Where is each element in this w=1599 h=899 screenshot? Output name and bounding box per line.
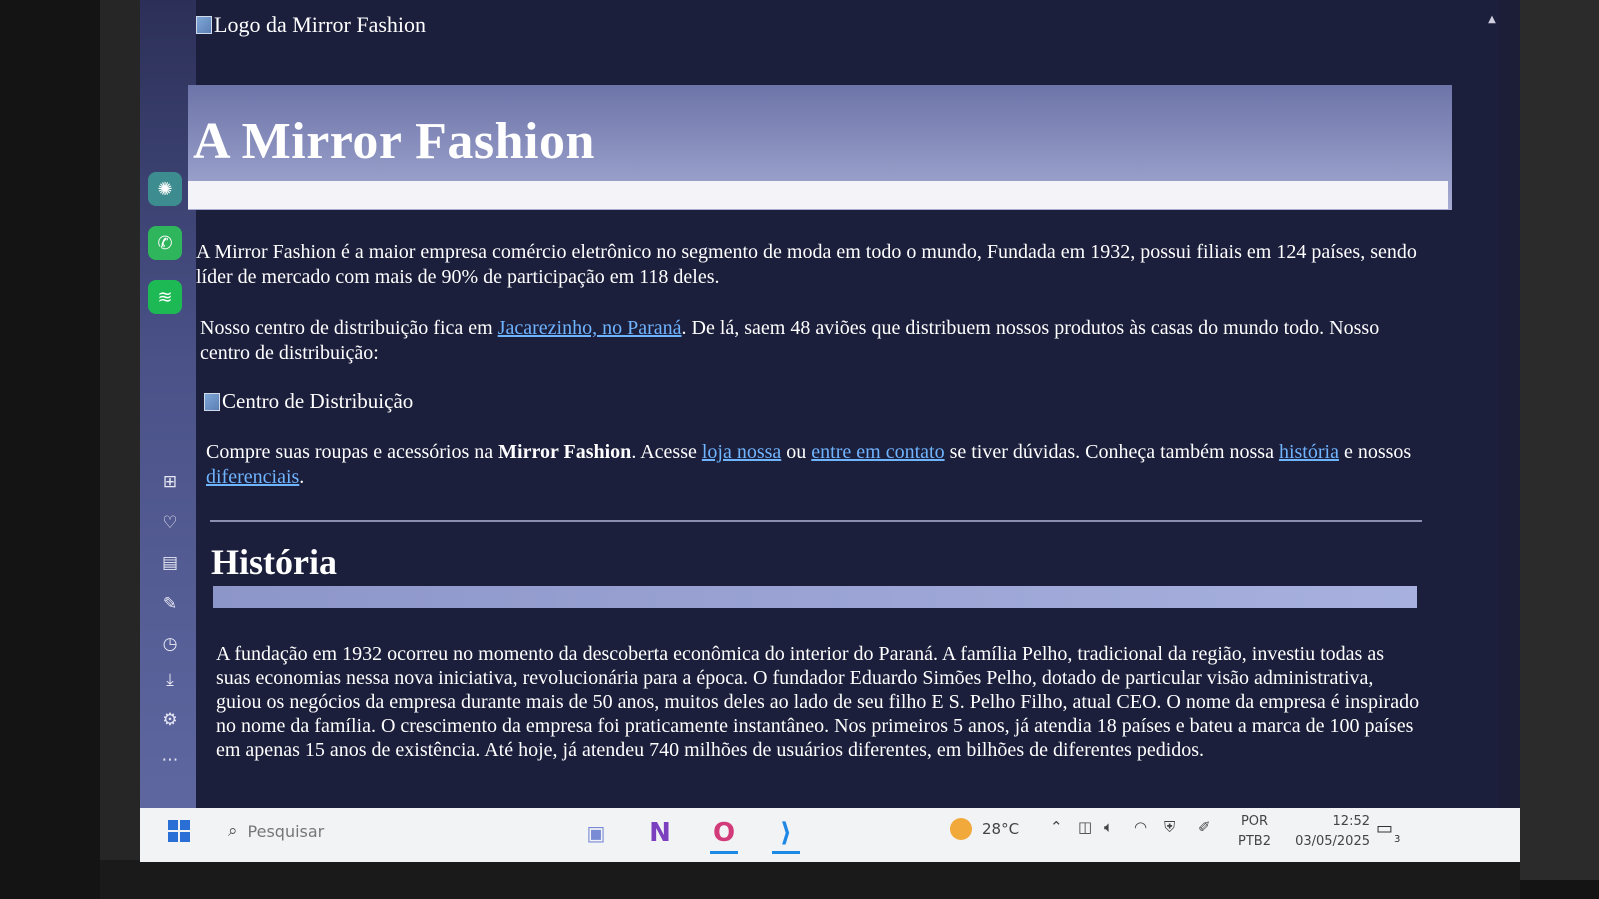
link-contact[interactable]: entre em contato — [811, 441, 944, 463]
broken-image-icon — [204, 392, 220, 411]
history-icon[interactable]: ◷ — [158, 632, 182, 656]
weather-icon — [950, 818, 972, 840]
notifications-count: 3 — [1394, 834, 1401, 845]
clock-date: 03/05/2025 — [1295, 834, 1370, 849]
distribution-center-broken-image: Centro de Distribuição — [204, 389, 413, 414]
spotify-icon[interactable]: ≋ — [148, 280, 182, 314]
opera-icon[interactable]: O — [706, 816, 742, 854]
distribution-text-before: Nosso centro de distribuição fica em — [200, 317, 498, 339]
historia-paragraph: A fundação em 1932 ocorreu no momento da… — [216, 643, 1420, 761]
settings-icon[interactable]: ⚙ — [158, 708, 182, 732]
security-icon[interactable]: ⛨ — [1164, 818, 1175, 836]
cta-text-4: se tiver dúvidas. Conheça também nossa — [944, 441, 1279, 463]
section-divider — [210, 520, 1422, 522]
page-scrollbar[interactable]: ▲ — [1486, 0, 1498, 808]
logo-alt-text: Logo da Mirror Fashion — [214, 12, 427, 37]
distribution-image-alt: Centro de Distribuição — [222, 389, 414, 413]
weather-temp: 28°C — [982, 820, 1020, 838]
search-icon: ⌕ — [228, 821, 238, 841]
cta-paragraph: Compre suas roupas e acessórios na Mirro… — [206, 440, 1436, 490]
cta-brand: Mirror Fashion — [498, 441, 632, 463]
news-icon[interactable]: ▤ — [158, 551, 182, 575]
task-view-icon[interactable]: ▣ — [578, 816, 614, 850]
download-icon[interactable]: ⤓ — [158, 668, 182, 692]
clock[interactable]: 12:52 03/05/2025 — [1280, 812, 1370, 852]
clock-time: 12:52 — [1332, 814, 1370, 829]
language-code: POR — [1240, 814, 1269, 829]
cta-text-2: . Acesse — [631, 441, 702, 463]
pen-icon[interactable]: ✐ — [1198, 818, 1211, 836]
historia-heading-bar — [213, 586, 1417, 608]
edit-icon[interactable]: ✎ — [158, 592, 182, 616]
search-placeholder: Pesquisar — [247, 821, 325, 841]
windows-start-icon[interactable] — [168, 820, 190, 842]
intro-paragraph: A Mirror Fashion é a maior empresa comér… — [196, 241, 1417, 288]
language-indicator[interactable]: POR PTB2 — [1238, 812, 1271, 852]
onenote-icon[interactable]: N — [642, 816, 678, 850]
page-title: A Mirror Fashion — [193, 113, 595, 170]
wifi-icon[interactable]: ◠ — [1134, 818, 1147, 836]
more-icon[interactable]: ⋯ — [158, 748, 182, 772]
screen: ✺ ✆ ≋ ⊞ ♡ ▤ ✎ ◷ ⤓ ⚙ ⋯ Logo da Mirror Fas… — [140, 0, 1520, 862]
link-jacarezinho[interactable]: Jacarezinho, no Paraná — [498, 317, 682, 339]
heart-icon[interactable]: ♡ — [158, 511, 182, 535]
monitor-bezel-left — [100, 0, 140, 880]
notifications-icon[interactable]: ▭ — [1376, 818, 1393, 839]
camera-icon[interactable]: ◫ — [1078, 818, 1092, 836]
distribution-paragraph: Nosso centro de distribuição fica em Jac… — [200, 316, 1430, 366]
tray-chevron-icon[interactable]: ⌃ — [1050, 818, 1063, 836]
apps-grid-icon[interactable]: ⊞ — [158, 470, 182, 494]
taskbar: ⌕ Pesquisar ▣ N O ⟩ 28°C ⌃ ◫ 🔈︎ ◠ ⛨ ✐ PO… — [140, 808, 1520, 862]
whatsapp-icon[interactable]: ✆ — [148, 226, 182, 260]
scroll-up-arrow-icon[interactable]: ▲ — [1486, 14, 1498, 25]
monitor-bezel-right — [1520, 0, 1599, 880]
keyboard-layout: PTB2 — [1238, 834, 1271, 849]
web-page: Logo da Mirror Fashion A Mirror Fashion … — [188, 0, 1486, 808]
vscode-icon[interactable]: ⟩ — [768, 816, 804, 854]
weather-widget[interactable]: 28°C — [950, 818, 1019, 840]
chatgpt-icon[interactable]: ✺ — [148, 172, 182, 206]
cta-text-3: ou — [781, 441, 812, 463]
cta-text-6: . — [299, 466, 305, 488]
historia-heading: História — [211, 542, 337, 582]
cta-text-5: e nossos — [1338, 441, 1412, 463]
broken-image-icon — [196, 16, 212, 34]
taskbar-search[interactable]: ⌕ Pesquisar — [228, 814, 488, 848]
monitor-bezel-bottom — [100, 860, 1520, 899]
link-features[interactable]: diferenciais — [206, 466, 299, 488]
logo-broken-image: Logo da Mirror Fashion — [196, 12, 426, 38]
header-underline-bar — [188, 181, 1448, 209]
volume-icon[interactable]: 🔈︎ — [1104, 818, 1113, 836]
link-store[interactable]: loja nossa — [702, 441, 781, 463]
link-history[interactable]: história — [1279, 441, 1339, 463]
cta-text-1: Compre suas roupas e acessórios na — [206, 441, 499, 463]
